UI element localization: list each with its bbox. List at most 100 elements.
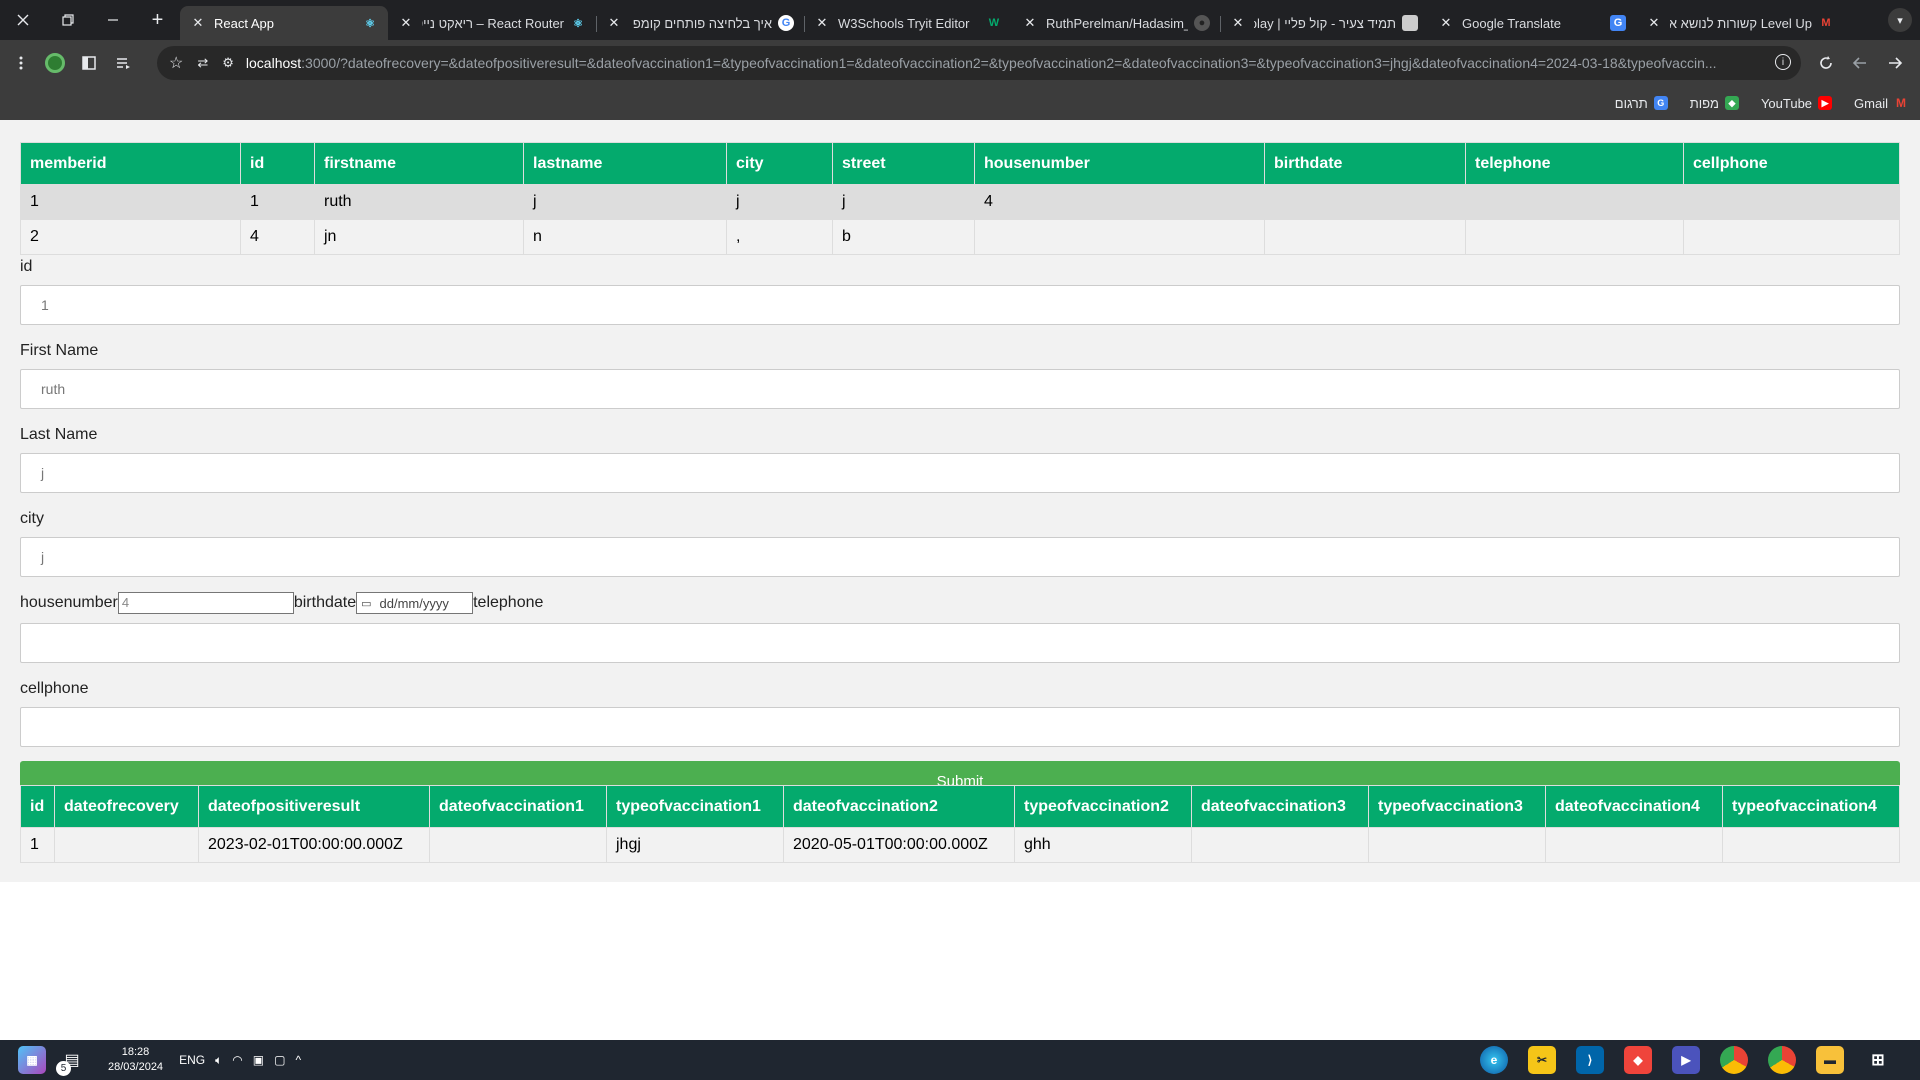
display-icon[interactable]: ▣ xyxy=(253,1053,264,1067)
tab-strip: + ✕ React App ⚛ ✕ React Router – ריאקט נ… xyxy=(0,0,1920,40)
tab-search-button[interactable]: ▾ xyxy=(1888,8,1912,32)
language-indicator[interactable]: ENG xyxy=(179,1053,205,1067)
notification-center-button[interactable]: ▤ 5 xyxy=(56,1046,86,1076)
close-icon[interactable]: ✕ xyxy=(1230,15,1246,31)
bookmark-translate[interactable]: תרגום G xyxy=(1615,96,1668,111)
close-icon[interactable]: ✕ xyxy=(398,15,414,31)
city-input[interactable]: j xyxy=(20,537,1900,577)
tab-w3schools[interactable]: ✕ W3Schools Tryit Editor W xyxy=(804,6,1012,40)
cell-telephone xyxy=(1465,184,1684,220)
tab-react-app[interactable]: ✕ React App ⚛ xyxy=(180,6,388,40)
react-icon: ⚛ xyxy=(365,17,375,30)
chrome-icon[interactable] xyxy=(1720,1046,1748,1074)
housenumber-input[interactable]: 4 xyxy=(117,592,294,614)
tab-gmail[interactable]: ✕ Level Up קשורות לנושא א M xyxy=(1636,6,1844,40)
cell-dateofrecovery xyxy=(54,827,199,863)
col-dateofvaccination1: dateofvaccination1 xyxy=(429,785,607,828)
avatar xyxy=(45,53,65,73)
minimize-window-button[interactable] xyxy=(90,0,135,40)
side-panel-icon xyxy=(82,56,96,70)
close-icon xyxy=(17,14,28,26)
chevron-up-icon[interactable]: ^ xyxy=(295,1053,301,1067)
system-clock[interactable]: 18:28 28/03/2024 xyxy=(108,1045,163,1075)
close-icon[interactable]: ✕ xyxy=(1646,15,1662,31)
bookmark-youtube[interactable]: YouTube ▶ xyxy=(1761,96,1833,111)
col-birthdate: birthdate xyxy=(1264,142,1466,185)
tab-separator xyxy=(804,16,805,32)
id-input[interactable]: 1 xyxy=(20,285,1900,325)
star-icon[interactable]: ☆ xyxy=(169,53,183,73)
taskbar: ▦ ▤ 5 18:28 28/03/2024 ENG 🔈︎ ◠ ▣ ▢ ^ e … xyxy=(0,1040,1920,1080)
tab-title: RuthPerelman/Hadasim_h xyxy=(1046,15,1188,31)
cell-dateofvaccination3 xyxy=(1191,827,1369,863)
restore-window-button[interactable] xyxy=(45,0,90,40)
tab-react-router[interactable]: ✕ React Router – ריאקט נייטיב ⚛ xyxy=(388,6,596,40)
cell-typeofvaccination2: ghh xyxy=(1014,827,1192,863)
widgets-button[interactable]: ▦ xyxy=(18,1046,46,1074)
cell-firstname: ruth xyxy=(314,184,524,220)
birthdate-label: birthdate xyxy=(293,594,357,611)
menu-button[interactable] xyxy=(4,46,38,80)
windows-start-icon[interactable]: ⊞ xyxy=(1864,1046,1892,1074)
file-explorer-icon[interactable]: ▬ xyxy=(1816,1046,1844,1074)
arrow-left-icon xyxy=(1852,57,1866,69)
translate-page-icon[interactable]: ⇄ xyxy=(197,55,208,71)
cell-birthdate xyxy=(1264,219,1466,255)
chevron-down-icon: ▾ xyxy=(1897,14,1903,27)
close-window-button[interactable] xyxy=(0,0,45,40)
table-row[interactable]: 1 1 ruth j j j 4 xyxy=(20,184,1900,220)
profile-button[interactable] xyxy=(38,46,72,80)
snipping-tool-icon[interactable]: ✂ xyxy=(1528,1046,1556,1074)
calendar-icon[interactable]: ▭ xyxy=(361,597,371,610)
col-memberid: memberid xyxy=(20,142,241,185)
cellphone-input[interactable] xyxy=(20,707,1900,747)
tab-google-search[interactable]: ✕ איך בלחיצה פותחים קומפ G xyxy=(596,6,804,40)
lastname-input[interactable]: j xyxy=(20,453,1900,493)
bookmark-maps[interactable]: מפות ◆ xyxy=(1690,96,1739,111)
tab-kolplay[interactable]: ✕ תמיד צעיר - קול פליי | play xyxy=(1220,6,1428,40)
tab-separator xyxy=(1220,16,1221,32)
cell-dateofvaccination1 xyxy=(429,827,607,863)
tab-google-translate[interactable]: ✕ Google Translate G xyxy=(1428,6,1636,40)
telephone-input[interactable] xyxy=(20,623,1900,663)
col-city: city xyxy=(726,142,833,185)
close-icon[interactable]: ✕ xyxy=(190,15,206,31)
close-icon[interactable]: ✕ xyxy=(606,15,622,31)
info-icon[interactable]: i xyxy=(1775,54,1791,70)
reload-button[interactable] xyxy=(1809,46,1843,80)
table-row[interactable]: 2 4 jn n , b xyxy=(20,219,1900,255)
close-icon[interactable]: ✕ xyxy=(1022,15,1038,31)
table-row[interactable]: 1 2023-02-01T00:00:00.000Z jhgj 2020-05-… xyxy=(20,827,1900,863)
close-icon[interactable]: ✕ xyxy=(1438,15,1454,31)
kolplay-icon xyxy=(1402,15,1418,31)
bookmark-gmail[interactable]: Gmail M xyxy=(1854,96,1908,111)
new-tab-button[interactable]: + xyxy=(135,0,180,40)
back-button[interactable] xyxy=(1843,46,1877,80)
col-firstname: firstname xyxy=(314,142,524,185)
cell-memberid: 2 xyxy=(20,219,241,255)
wifi-icon[interactable]: ◠ xyxy=(232,1053,242,1067)
side-panel-button[interactable] xyxy=(72,46,106,80)
edge-icon[interactable]: e xyxy=(1480,1046,1508,1074)
firstname-input[interactable]: ruth xyxy=(20,369,1900,409)
birthdate-input[interactable]: ▭ dd/mm/yyyy xyxy=(356,592,474,614)
vaccination-table: id dateofrecovery dateofpositiveresult d… xyxy=(20,785,1900,863)
minimize-icon xyxy=(107,19,118,21)
meet-icon[interactable]: ▢ xyxy=(274,1053,285,1067)
w3schools-icon: W xyxy=(988,17,1000,29)
bookmarks-bar: תרגום G מפות ◆ YouTube ▶ Gmail M xyxy=(0,86,1920,120)
forward-button[interactable] xyxy=(1878,46,1912,80)
address-bar[interactable]: ☆ ⇄ ⚙ localhost :3000/?dateofrecovery=&d… xyxy=(157,46,1801,80)
reading-list-button[interactable] xyxy=(106,46,140,80)
site-info-icon[interactable]: ⚙ xyxy=(222,55,234,71)
close-icon[interactable]: ✕ xyxy=(814,15,830,31)
tab-github[interactable]: ✕ RuthPerelman/Hadasim_h ● xyxy=(1012,6,1220,40)
anydesk-icon[interactable]: ◆ xyxy=(1624,1046,1652,1074)
volume-icon[interactable]: 🔈︎ xyxy=(215,1053,222,1068)
chrome-profile-icon[interactable] xyxy=(1768,1046,1796,1074)
vscode-icon[interactable]: ⟩ xyxy=(1576,1046,1604,1074)
col-typeofvaccination4: typeofvaccination4 xyxy=(1722,785,1900,828)
vaccination-header-row: id dateofrecovery dateofpositiveresult d… xyxy=(20,785,1900,828)
youtube-icon: ▶ xyxy=(1818,96,1833,110)
power-automate-icon[interactable]: ▶ xyxy=(1672,1046,1700,1074)
